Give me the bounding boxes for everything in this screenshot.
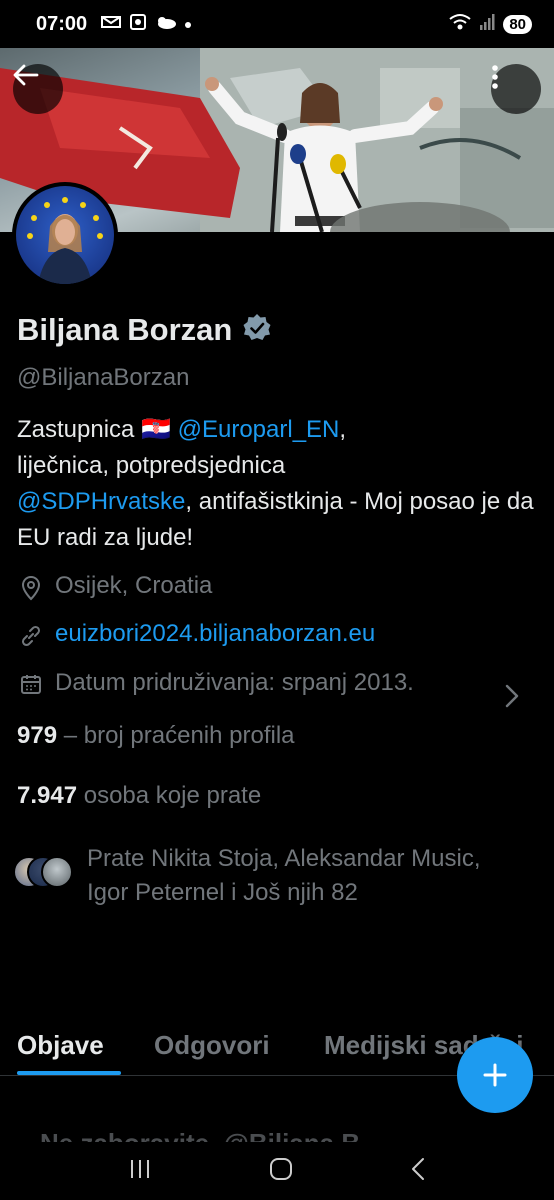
tab-posts[interactable]: Objave bbox=[17, 1030, 104, 1061]
more-vertical-icon bbox=[492, 65, 498, 89]
followed-by-text: Prate Nikita Stoja, Aleksandar Music, Ig… bbox=[87, 845, 481, 906]
following-label: – broj praćenih profila bbox=[57, 722, 295, 749]
wifi-icon bbox=[449, 13, 471, 36]
back-button[interactable] bbox=[13, 64, 63, 114]
link-icon bbox=[17, 620, 45, 652]
next-content-peek: Ne zaboravite, @Biljana B bbox=[40, 1128, 360, 1142]
recent-apps-icon bbox=[131, 1159, 149, 1178]
system-navigation-bar bbox=[0, 1142, 554, 1200]
chevron-right-icon[interactable] bbox=[505, 684, 519, 718]
location-text: Osijek, Croatia bbox=[55, 572, 213, 599]
signal-icon bbox=[479, 13, 495, 35]
compose-button[interactable] bbox=[457, 1037, 533, 1113]
followers-count: 7.947 bbox=[17, 782, 78, 809]
recent-apps-button[interactable] bbox=[128, 1158, 152, 1185]
status-bar: 07:00 80 bbox=[0, 0, 554, 48]
active-tab-indicator bbox=[17, 1071, 121, 1075]
verified-badge-icon[interactable] bbox=[242, 313, 272, 348]
website-link[interactable]: euizbori2024.biljanaborzan.eu bbox=[55, 620, 375, 648]
status-time: 07:00 bbox=[36, 12, 88, 35]
more-options-button[interactable] bbox=[491, 64, 541, 114]
home-icon bbox=[270, 1157, 292, 1180]
home-button[interactable] bbox=[268, 1156, 294, 1187]
screenshot-icon bbox=[129, 13, 147, 36]
tab-replies[interactable]: Odgovori bbox=[154, 1030, 270, 1061]
website-row: euizbori2024.biljanaborzan.eu bbox=[17, 620, 537, 652]
back-nav-button[interactable] bbox=[410, 1157, 426, 1186]
avatar-image bbox=[16, 186, 114, 284]
arrow-left-icon bbox=[13, 64, 39, 86]
bio: Zastupnica 🇭🇷 @Europarl_EN, liječnica, p… bbox=[17, 412, 537, 556]
followed-by-row[interactable]: Prate Nikita Stoja, Aleksandar Music, Ig… bbox=[13, 842, 537, 910]
mail-icon bbox=[101, 15, 122, 34]
mention-link-sdp[interactable]: @SDPHrvatske bbox=[17, 488, 185, 515]
followers-label: osoba koje prate bbox=[77, 782, 262, 809]
following-count: 979 bbox=[17, 722, 58, 749]
back-nav-icon bbox=[412, 1157, 424, 1180]
status-system-icons: 80 bbox=[449, 13, 532, 36]
follower-avatar-3 bbox=[41, 856, 73, 888]
status-notification-icons bbox=[101, 13, 192, 36]
mention-link-europarl[interactable]: @Europarl_EN bbox=[178, 416, 340, 443]
name-row: Biljana Borzan bbox=[17, 312, 537, 348]
weather-icon bbox=[155, 14, 177, 35]
calendar-icon bbox=[17, 668, 45, 700]
handle: @BiljanaBorzan bbox=[17, 364, 190, 391]
avatar[interactable] bbox=[12, 182, 118, 288]
joined-row[interactable]: Datum pridruživanja: srpanj 2013. bbox=[17, 666, 537, 708]
following-stat[interactable]: 979 – broj praćenih profila bbox=[17, 722, 537, 750]
dot-icon bbox=[185, 15, 192, 33]
display-name: Biljana Borzan bbox=[17, 312, 233, 347]
location-pin-icon bbox=[17, 572, 45, 604]
battery-icon: 80 bbox=[503, 14, 532, 34]
location-row: Osijek, Croatia bbox=[17, 572, 537, 604]
profile-info: Biljana Borzan @BiljanaBorzan Zastupnica… bbox=[13, 312, 537, 910]
followers-stat[interactable]: 7.947 osoba koje prate bbox=[17, 782, 537, 810]
joined-text: Datum pridruživanja: srpanj 2013. bbox=[55, 669, 414, 696]
plus-icon bbox=[483, 1063, 507, 1087]
bio-text-1: Zastupnica 🇭🇷 bbox=[17, 416, 178, 443]
follower-avatars bbox=[13, 856, 77, 890]
